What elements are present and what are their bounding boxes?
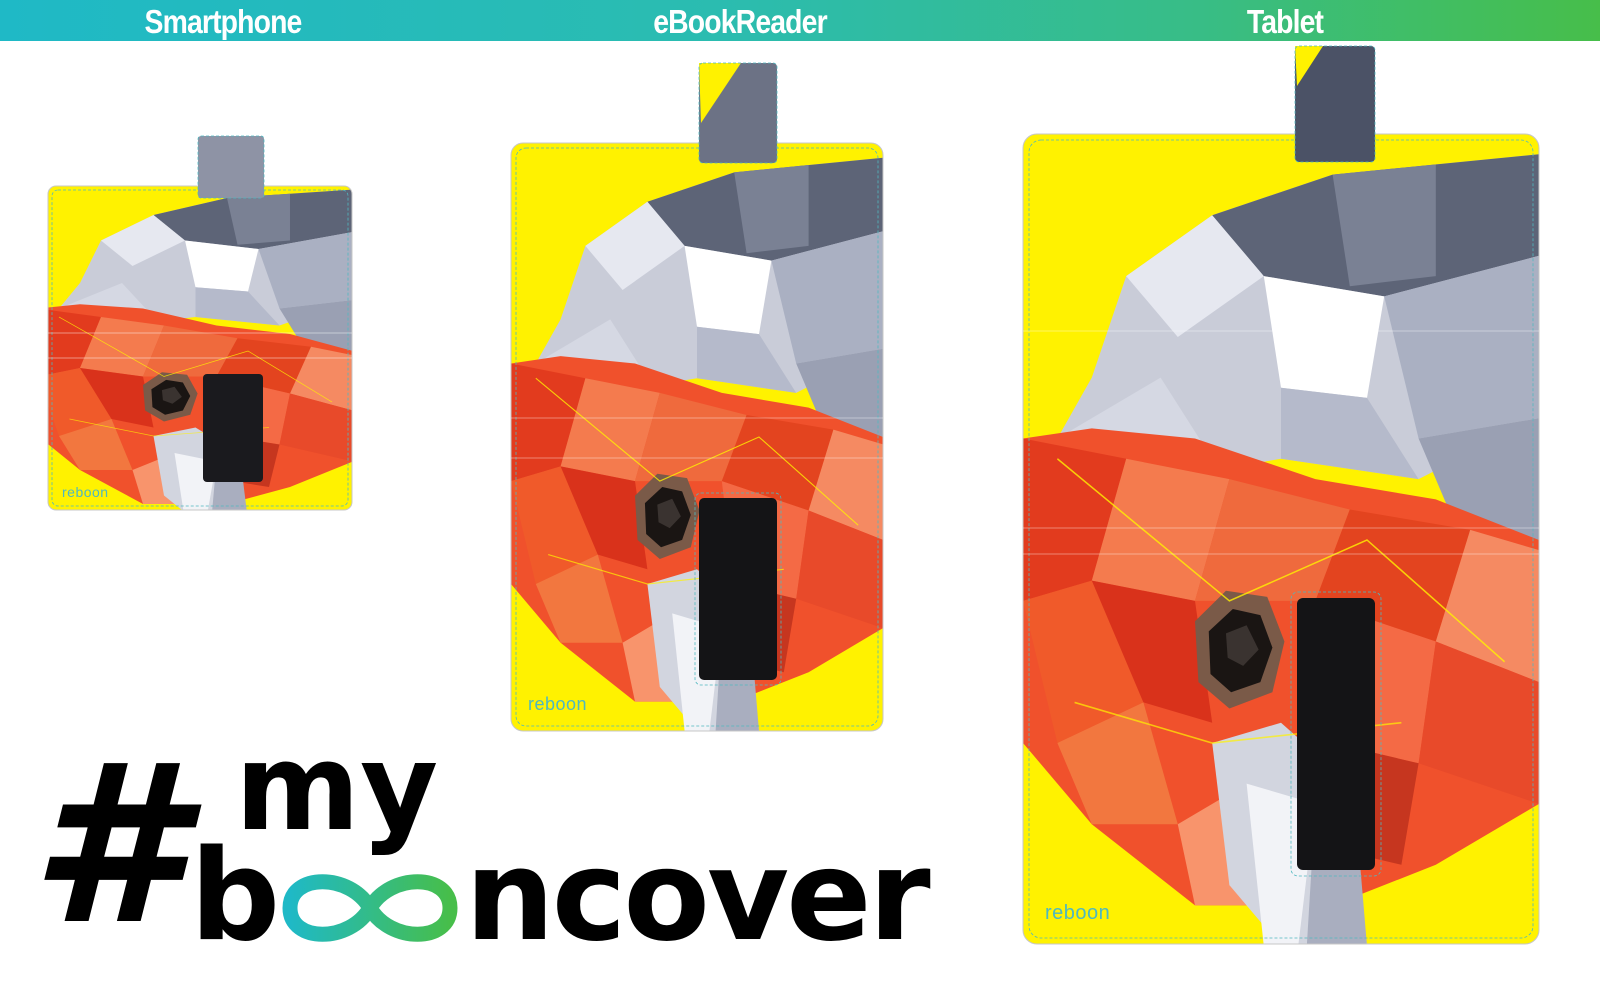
tablet-cover (1022, 45, 1541, 948)
hashtag-b: b (190, 822, 281, 969)
smartphone-label: Smartphone (144, 3, 303, 40)
tablet-label: Tablet (1246, 3, 1324, 40)
smartphone-reboon-logo: reboon (62, 484, 109, 500)
tablet-reboon-logo: reboon (1045, 902, 1111, 924)
hashtag-ncover: ncover (465, 822, 931, 969)
hash-symbol: # (30, 717, 184, 973)
infinity-icon (282, 874, 458, 942)
mybooncover-hashtag: # my b ncover (30, 729, 931, 980)
ebookreader-reboon-logo: reboon (528, 694, 588, 714)
smartphone-cover (47, 135, 353, 516)
ebookreader-cover (510, 62, 885, 733)
ebookreader-label: eBookReader (653, 3, 827, 40)
